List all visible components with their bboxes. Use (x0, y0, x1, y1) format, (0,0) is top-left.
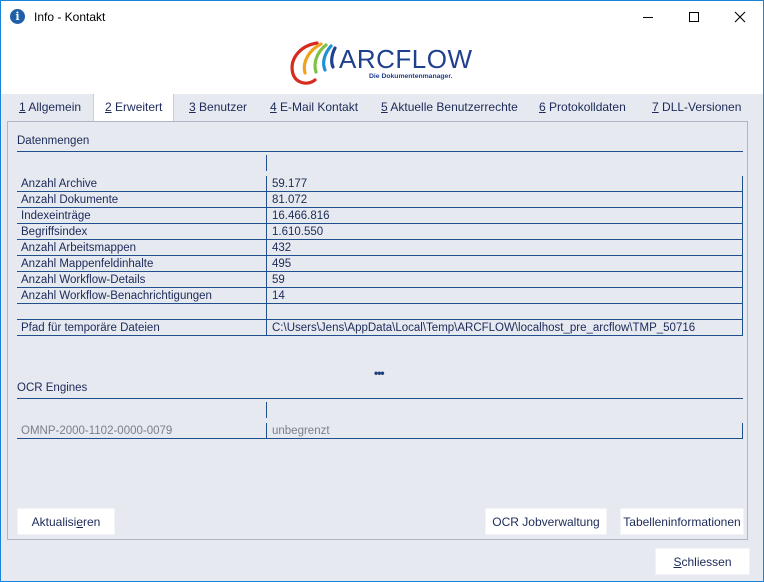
ocr-engine-license: unbegrenzt (266, 423, 743, 439)
more-ellipsis-icon[interactable]: ••• (374, 366, 385, 380)
ocr-engines-separator (17, 398, 743, 399)
tab-erweitert[interactable]: 2 Erweitert (93, 94, 175, 121)
table-row[interactable]: Anzahl Mappenfeldinhalte 495 (17, 256, 743, 272)
tab-aktuelle-benutzerrechte[interactable]: 5 Aktuelle Benutzerrechte (379, 94, 520, 121)
window-title: Info - Kontakt (34, 10, 106, 24)
datenmengen-title: Datenmengen (17, 135, 90, 147)
table-row[interactable]: Anzahl Archive 59.177 (17, 176, 743, 192)
row-label: Pfad für temporäre Dateien (21, 322, 160, 334)
table-row[interactable]: Anzahl Dokumente 81.072 (17, 192, 743, 208)
table-row[interactable]: Begriffsindex 1.610.550 (17, 224, 743, 240)
ocr-job-management-button[interactable]: OCR Jobverwaltung (485, 508, 607, 535)
row-value: 59 (266, 272, 743, 288)
table-row[interactable]: Anzahl Arbeitsmappen 432 (17, 240, 743, 256)
minimize-icon (643, 16, 653, 18)
ocr-engine-id: OMNP-2000-1102-0000-0079 (21, 425, 173, 437)
row-label: Anzahl Workflow-Benachrichtigungen (21, 290, 212, 302)
table-row[interactable]: Anzahl Workflow-Details 59 (17, 272, 743, 288)
table-row-empty (17, 304, 743, 320)
table-row[interactable]: Indexeinträge 16.466.816 (17, 208, 743, 224)
ocr-header-row (17, 402, 743, 418)
row-value: C:\Users\Jens\AppData\Local\Temp\ARCFLOW… (266, 320, 743, 336)
title-bar: i Info - Kontakt (1, 1, 763, 32)
row-label: Anzahl Dokumente (21, 194, 119, 206)
table-info-button[interactable]: Tabelleninformationen (620, 508, 744, 535)
logo-banner: ARCFLOW Die Dokumentenmanager. (1, 32, 763, 94)
row-label: Begriffsindex (21, 226, 88, 238)
close-window-button[interactable] (717, 1, 763, 32)
logo-tagline-text: Die Dokumentenmanager. (369, 73, 453, 80)
tab-allgemein[interactable]: 1 Allgemein (17, 94, 83, 121)
close-icon (734, 11, 746, 22)
tab-email-kontakt[interactable]: 4 E-Mail Kontakt (268, 94, 360, 121)
row-label: Anzahl Arbeitsmappen (21, 242, 137, 254)
row-value: 81.072 (266, 192, 743, 208)
row-value: 14 (266, 288, 743, 304)
row-value: 1.610.550 (266, 224, 743, 240)
tab-benutzer[interactable]: 3 Benutzer (187, 94, 249, 121)
close-button[interactable]: Schliessen (655, 548, 750, 575)
row-label: Anzahl Mappenfeldinhalte (21, 258, 154, 270)
row-label: Anzahl Archive (21, 178, 98, 190)
row-value: 59.177 (266, 176, 743, 192)
temp-path-row[interactable]: Pfad für temporäre Dateien C:\Users\Jens… (17, 320, 743, 336)
datenmengen-header-row (17, 155, 743, 171)
ocr-engine-row[interactable]: OMNP-2000-1102-0000-0079 unbegrenzt (17, 423, 743, 439)
refresh-button[interactable]: Aktualisi e ren (17, 508, 115, 535)
row-label: Indexeinträge (21, 210, 91, 222)
info-icon: i (10, 9, 25, 24)
tab-protokolldaten[interactable]: 6 Protokolldaten (537, 94, 628, 121)
tab-strip: 1 Allgemein 2 Erweitert 3 Benutzer 4 E-M… (1, 94, 763, 121)
row-label: Anzahl Workflow-Details (21, 274, 146, 286)
logo-brand-text: ARCFLOW (339, 44, 473, 74)
row-value: 432 (266, 240, 743, 256)
maximize-icon (689, 11, 699, 22)
arcflow-logo: ARCFLOW Die Dokumentenmanager. (290, 41, 473, 85)
row-value: 16.466.816 (266, 208, 743, 224)
tab-dll-versionen[interactable]: 7 DLL-Versionen (650, 94, 743, 121)
ocr-engines-title: OCR Engines (17, 382, 88, 394)
maximize-button[interactable] (671, 1, 717, 32)
datenmengen-separator (17, 151, 743, 152)
minimize-button[interactable] (625, 1, 671, 32)
info-dialog-window: i Info - Kontakt ARCFLOW Die Dokumentenm… (0, 0, 764, 582)
row-value: 495 (266, 256, 743, 272)
table-row[interactable]: Anzahl Workflow-Benachrichtigungen 14 (17, 288, 743, 304)
